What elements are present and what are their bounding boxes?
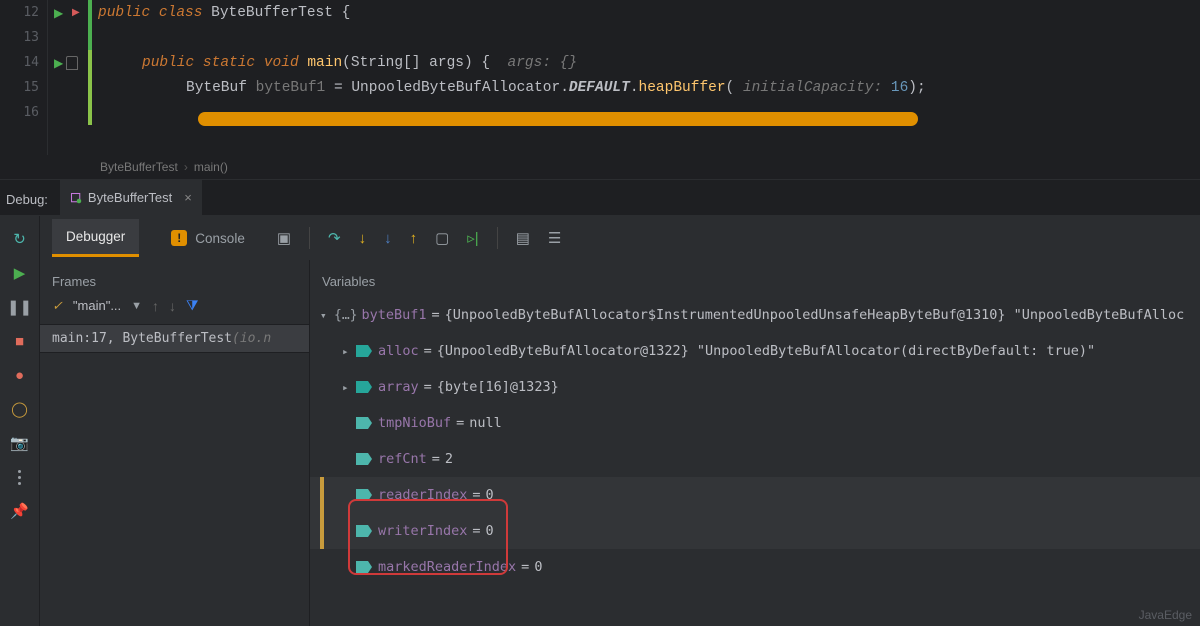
camera-icon[interactable]: 📷 <box>11 434 29 452</box>
run-to-cursor-icon[interactable]: ▹| <box>467 229 478 247</box>
method-marker-icon[interactable] <box>66 56 78 70</box>
run-gutter-icon[interactable]: ▶ <box>54 56 63 70</box>
variable-row[interactable]: writerIndex=0 <box>310 513 1200 549</box>
field-icon <box>356 345 372 357</box>
variable-row[interactable]: ▸ array={byte[16]@1323} <box>310 369 1200 405</box>
watermark-text: JavaEdge <box>1139 608 1192 622</box>
highlight-pipe <box>320 477 324 513</box>
debug-toolstrip: Debugger ! Console ▣ ↷ ↓ ↓ ↑ ▢ ▹| ▤ ☰ <box>40 216 1200 260</box>
thread-selector[interactable]: "main"... <box>73 298 121 313</box>
variables-title: Variables <box>310 266 1200 297</box>
more-actions-icon[interactable] <box>11 468 29 486</box>
variable-row[interactable]: refCnt=2 <box>310 441 1200 477</box>
line-number: 13 <box>0 25 47 50</box>
debug-session-tab[interactable]: ByteBufferTest × <box>60 179 202 215</box>
resume-icon[interactable]: ▶ <box>11 264 29 282</box>
prev-frame-icon[interactable]: ↑ <box>152 298 159 314</box>
run-gutter-icon[interactable]: ▶ <box>54 6 63 20</box>
variable-row[interactable]: tmpNioBuf=null <box>310 405 1200 441</box>
step-out-icon[interactable]: ↑ <box>410 230 418 247</box>
trace-icon[interactable]: ☰ <box>548 229 561 247</box>
breadcrumb[interactable]: ByteBufferTest › main() <box>0 155 1200 180</box>
debug-toolwindow-tabs: Debug: ByteBufferTest × <box>0 180 1200 216</box>
object-icon: {…} <box>334 308 357 323</box>
step-over-icon[interactable]: ↷ <box>328 229 341 247</box>
breadcrumb-item[interactable]: main() <box>194 160 228 174</box>
chevron-right-icon[interactable]: ▸ <box>342 381 356 394</box>
close-tab-icon[interactable]: × <box>184 190 192 205</box>
run-config-icon <box>70 192 82 204</box>
stop-icon[interactable]: ■ <box>11 332 29 350</box>
field-icon <box>356 561 372 573</box>
debugger-tab[interactable]: Debugger <box>52 219 139 257</box>
breadcrumb-item[interactable]: ByteBufferTest <box>100 160 178 174</box>
field-icon <box>356 489 372 501</box>
evaluate-expression-icon[interactable]: ▤ <box>516 229 530 247</box>
step-into-icon[interactable]: ↓ <box>359 230 367 247</box>
chevron-down-icon[interactable]: ▾ <box>320 309 334 322</box>
console-warning-icon: ! <box>171 230 187 246</box>
filter-frames-icon[interactable]: ⧩ <box>186 297 199 314</box>
next-frame-icon[interactable]: ↓ <box>169 298 176 314</box>
debug-action-sidebar: ↻ ▶ ❚❚ ■ ● ◯ 📷 📌 <box>0 216 40 626</box>
line-number-gutter: 12 13 14 15 16 <box>0 0 48 155</box>
chevron-right-icon[interactable]: ▸ <box>342 345 356 358</box>
console-tab[interactable]: ! Console <box>157 220 259 256</box>
variable-row[interactable]: ▾ {…} byteBuf1={UnpooledByteBufAllocator… <box>310 297 1200 333</box>
highlight-pipe <box>320 513 324 549</box>
mute-breakpoints-icon[interactable]: ◯ <box>11 400 29 418</box>
field-icon <box>356 525 372 537</box>
frames-panel: Frames ✓ "main"... ▼ ↑ ↓ ⧩ main:17, Byte… <box>40 260 310 626</box>
thread-status-icon: ✓ <box>52 298 63 314</box>
pause-icon[interactable]: ❚❚ <box>11 298 29 316</box>
debug-label: Debug: <box>0 192 60 215</box>
line-number: 14 <box>0 50 47 75</box>
variable-row[interactable]: readerIndex=0 <box>310 477 1200 513</box>
line-number: 12 <box>0 0 47 25</box>
variable-row[interactable]: ▸ alloc={UnpooledByteBufAllocator@1322} … <box>310 333 1200 369</box>
drop-frame-icon[interactable]: ▢ <box>435 229 449 247</box>
field-icon <box>356 381 372 393</box>
variables-panel: Variables ▾ {…} byteBuf1={UnpooledByteBu… <box>310 260 1200 626</box>
view-breakpoints-icon[interactable]: ● <box>11 366 29 384</box>
breadcrumb-separator: › <box>184 160 188 174</box>
force-step-into-icon[interactable]: ↓ <box>384 230 392 247</box>
gutter-icons: ▶ ▶ ▶ <box>48 0 88 155</box>
field-icon <box>356 453 372 465</box>
field-icon <box>356 417 372 429</box>
stack-frame-row[interactable]: main:17, ByteBufferTest (io.n <box>40 325 309 353</box>
code-area[interactable]: public class ByteBufferTest { public sta… <box>88 0 1200 155</box>
line-number: 15 <box>0 75 47 100</box>
pin-icon[interactable]: 📌 <box>11 502 29 520</box>
layout-settings-icon[interactable]: ▣ <box>277 229 291 247</box>
line-number: 16 <box>0 100 47 125</box>
execution-point-highlight <box>198 112 918 126</box>
variable-row[interactable]: markedReaderIndex=0 <box>310 549 1200 585</box>
rerun-icon[interactable]: ↻ <box>11 230 29 248</box>
thread-dropdown-icon[interactable]: ▼ <box>131 300 142 312</box>
frames-title: Frames <box>40 266 309 297</box>
bookmark-icon[interactable]: ▶ <box>72 7 80 18</box>
code-editor[interactable]: 12 13 14 15 16 ▶ ▶ ▶ public class ByteBuf… <box>0 0 1200 155</box>
